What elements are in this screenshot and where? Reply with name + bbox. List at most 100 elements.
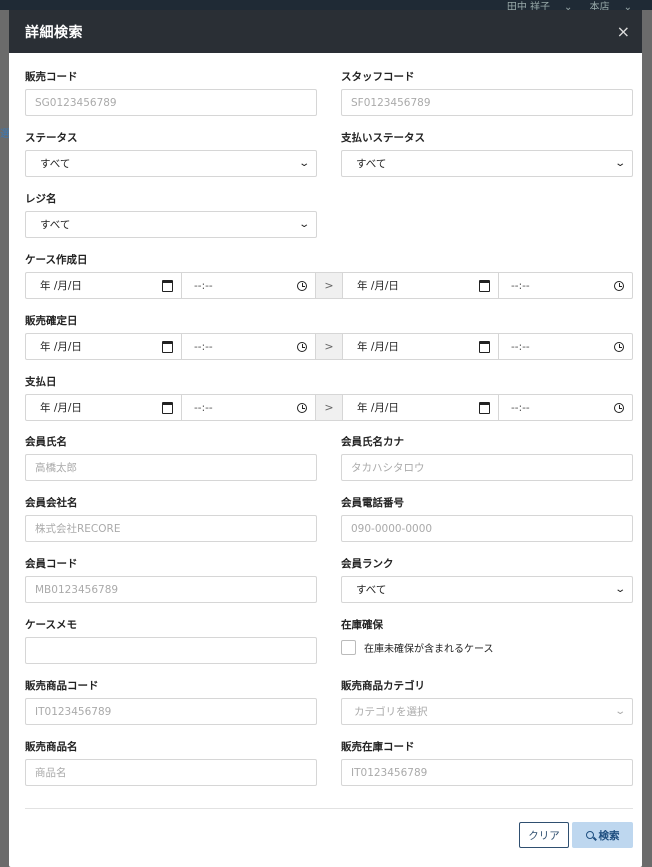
payment-end-date-input[interactable]: 年 /月/日 [343, 395, 499, 420]
payment-end-time-input[interactable]: --:-- [499, 395, 632, 420]
clock-icon[interactable] [614, 280, 624, 291]
member-name-kana-input[interactable]: タカハシタロウ [341, 454, 633, 481]
calendar-icon[interactable] [162, 401, 173, 414]
calendar-icon[interactable] [479, 279, 490, 292]
clock-icon[interactable] [297, 402, 307, 413]
case-memo-label: ケースメモ [25, 619, 77, 631]
payment-status-field: 支払いステータス すべて ⌄ [341, 131, 633, 177]
member-rank-select[interactable]: すべて ⌄ [341, 576, 633, 603]
payment-status-select[interactable]: すべて ⌄ [341, 150, 633, 177]
case-created-start-date-input[interactable]: 年 /月/日 [26, 273, 182, 298]
sale-confirmed-date-label: 販売確定日 [25, 315, 78, 327]
sales-code-field: 販売コード SG0123456789 [25, 70, 317, 116]
member-name-input[interactable]: 高橋太郎 [25, 454, 317, 481]
case-created-date-label: ケース作成日 [25, 254, 88, 266]
calendar-icon[interactable] [479, 340, 490, 353]
member-rank-value: すべて [356, 584, 387, 596]
close-icon[interactable]: × [617, 22, 630, 41]
modal-title: 詳細検索 [25, 24, 83, 41]
range-arrow-icon: > [316, 395, 343, 420]
member-name-kana-label: 会員氏名カナ [341, 436, 404, 448]
chevron-down-icon: ⌄ [297, 219, 310, 230]
payment-start-date-input[interactable]: 年 /月/日 [26, 395, 182, 420]
status-value: すべて [40, 158, 71, 170]
member-code-input[interactable]: MB0123456789 [25, 576, 317, 603]
background-topbar: 田中 祥子 ⌄ 本店 ⌄ [0, 0, 652, 13]
footer-divider [25, 808, 633, 809]
modal-header: 詳細検索 × [9, 10, 642, 53]
member-code-field: 会員コード MB0123456789 [25, 557, 317, 603]
sale-confirmed-date-range: 年 /月/日 --:-- > 年 /月/日 --:-- [25, 333, 633, 360]
search-button-label: 検索 [598, 829, 620, 842]
stock-reserve-checkbox[interactable] [341, 640, 356, 655]
sales-item-category-placeholder: カテゴリを選択 [354, 706, 428, 718]
calendar-icon[interactable] [162, 340, 173, 353]
sale-confirmed-start-date-input[interactable]: 年 /月/日 [26, 334, 182, 359]
sales-item-name-input[interactable]: 商品名 [25, 759, 317, 786]
sales-code-input[interactable]: SG0123456789 [25, 89, 317, 116]
member-name-field: 会員氏名 高橋太郎 [25, 435, 317, 481]
advanced-search-modal: 詳細検索 × 販売コード SG0123456789 スタッフコード SF0123… [9, 10, 642, 867]
case-created-end-date-input[interactable]: 年 /月/日 [343, 273, 499, 298]
member-name-kana-field: 会員氏名カナ タカハシタロウ [341, 435, 633, 481]
member-name-label: 会員氏名 [25, 436, 67, 448]
stock-reserve-checkbox-label[interactable]: 在庫未確保が含まれるケース [364, 640, 494, 655]
sales-item-category-field: 販売商品カテゴリ カテゴリを選択 ⌄ [341, 679, 633, 725]
background-tab-fragment: 選 [0, 129, 10, 140]
sales-item-category-label: 販売商品カテゴリ [341, 680, 425, 692]
staff-code-input[interactable]: SF0123456789 [341, 89, 633, 116]
case-memo-input[interactable] [25, 637, 317, 664]
clear-button[interactable]: クリア [519, 822, 569, 848]
member-company-input[interactable]: 株式会社RECORE [25, 515, 317, 542]
member-phone-input[interactable]: 090-0000-0000 [341, 515, 633, 542]
payment-status-label: 支払いステータス [341, 132, 425, 144]
payment-date-field: 支払日 年 /月/日 --:-- > 年 /月/日 --:-- [25, 375, 633, 421]
sales-item-code-input[interactable]: IT0123456789 [25, 698, 317, 725]
case-created-end-time-input[interactable]: --:-- [499, 273, 632, 298]
search-button[interactable]: 検索 [572, 822, 633, 848]
sales-stock-code-label: 販売在庫コード [341, 741, 415, 753]
calendar-icon[interactable] [479, 401, 490, 414]
member-code-label: 会員コード [25, 558, 78, 570]
sale-confirmed-date-field: 販売確定日 年 /月/日 --:-- > 年 /月/日 --:-- [25, 314, 633, 360]
member-company-field: 会員会社名 株式会社RECORE [25, 496, 317, 542]
register-name-select[interactable]: すべて ⌄ [25, 211, 317, 238]
sales-stock-code-input[interactable]: IT0123456789 [341, 759, 633, 786]
payment-start-time-input[interactable]: --:-- [182, 395, 316, 420]
search-icon [585, 831, 594, 839]
stock-reserve-option[interactable]: 在庫未確保が含まれるケース [341, 640, 494, 655]
sales-item-name-field: 販売商品名 商品名 [25, 740, 317, 786]
staff-code-label: スタッフコード [341, 71, 415, 83]
sale-confirmed-end-time-input[interactable]: --:-- [499, 334, 632, 359]
stock-reserve-field: 在庫確保 在庫未確保が含まれるケース [341, 618, 494, 655]
clock-icon[interactable] [614, 341, 624, 352]
stock-reserve-label: 在庫確保 [341, 619, 383, 631]
range-arrow-icon: > [316, 334, 343, 359]
sales-item-code-field: 販売商品コード IT0123456789 [25, 679, 317, 725]
payment-date-label: 支払日 [25, 376, 57, 388]
sale-confirmed-start-time-input[interactable]: --:-- [182, 334, 316, 359]
sale-confirmed-end-date-input[interactable]: 年 /月/日 [343, 334, 499, 359]
payment-date-range: 年 /月/日 --:-- > 年 /月/日 --:-- [25, 394, 633, 421]
member-rank-field: 会員ランク すべて ⌄ [341, 557, 633, 603]
case-created-date-range: 年 /月/日 --:-- > 年 /月/日 --:-- [25, 272, 633, 299]
member-company-label: 会員会社名 [25, 497, 78, 509]
staff-code-field: スタッフコード SF0123456789 [341, 70, 633, 116]
register-name-value: すべて [40, 219, 71, 231]
sales-code-label: 販売コード [25, 71, 78, 83]
sales-item-category-select[interactable]: カテゴリを選択 ⌄ [341, 698, 633, 725]
clock-icon[interactable] [297, 341, 307, 352]
range-arrow-icon: > [316, 273, 343, 298]
calendar-icon[interactable] [162, 279, 173, 292]
member-phone-label: 会員電話番号 [341, 497, 404, 509]
case-created-start-time-input[interactable]: --:-- [182, 273, 316, 298]
member-phone-field: 会員電話番号 090-0000-0000 [341, 496, 633, 542]
register-name-field: レジ名 すべて ⌄ [25, 192, 317, 238]
payment-status-value: すべて [356, 158, 387, 170]
clock-icon[interactable] [297, 280, 307, 291]
clock-icon[interactable] [614, 402, 624, 413]
case-memo-field: ケースメモ [25, 618, 317, 664]
status-select[interactable]: すべて ⌄ [25, 150, 317, 177]
chevron-down-icon: ⌄ [297, 158, 310, 169]
chevron-down-icon: ⌄ [613, 584, 626, 595]
